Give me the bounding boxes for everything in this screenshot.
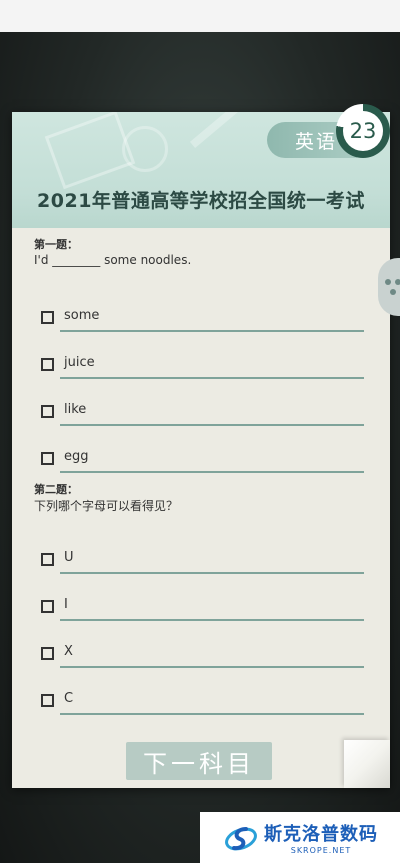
top-bar [0, 0, 400, 32]
checkbox-icon[interactable] [41, 694, 54, 707]
exam-paper: 英语 2021年普通高等学校招全国统一考试 第一题： I'd ________ … [12, 112, 390, 788]
answer-underline [60, 471, 364, 473]
option-label: some [64, 308, 100, 323]
question-2-option-a[interactable]: U [40, 548, 366, 576]
question-2-option-b[interactable]: I [40, 595, 366, 623]
question-2-text: 下列哪个字母可以看得见？ [34, 499, 179, 513]
question-2-heading: 第二题： [34, 483, 78, 496]
header-decoration [122, 126, 168, 172]
exam-title: 2021年普通高等学校招全国统一考试 [37, 190, 365, 212]
question-1-text: I'd ________ some noodles. [34, 253, 192, 267]
checkbox-icon[interactable] [41, 405, 54, 418]
timer-value: 23 [343, 111, 383, 151]
answer-underline [60, 572, 364, 574]
option-label: C [64, 691, 74, 706]
checkbox-icon[interactable] [41, 358, 54, 371]
watermark-name: 斯克洛普数码 [264, 824, 378, 845]
page-curl-icon[interactable] [344, 740, 390, 788]
answer-underline [60, 424, 364, 426]
answer-underline [60, 377, 364, 379]
option-label: U [64, 550, 74, 565]
option-label: I [64, 597, 68, 612]
checkbox-icon[interactable] [41, 311, 54, 324]
question-2-option-c[interactable]: X [40, 642, 366, 670]
checkbox-icon[interactable] [41, 553, 54, 566]
watermark: 斯克洛普数码 SKROPE.NET [200, 812, 400, 863]
countdown-timer: 23 [336, 104, 390, 158]
option-label: like [64, 402, 87, 417]
next-subject-button[interactable]: 下一科目 [126, 742, 272, 780]
paper-header: 英语 2021年普通高等学校招全国统一考试 [12, 112, 390, 228]
checkbox-icon[interactable] [41, 600, 54, 613]
header-decoration [189, 112, 265, 148]
subject-label: 英语 [295, 130, 338, 153]
dots-icon [383, 277, 400, 297]
question-1-option-a[interactable]: some [40, 306, 366, 334]
option-label: X [64, 644, 73, 659]
question-1-option-b[interactable]: juice [40, 353, 366, 381]
side-menu-handle[interactable] [378, 258, 400, 316]
answer-underline [60, 713, 364, 715]
question-1-option-d[interactable]: egg [40, 447, 366, 475]
brand-logo-icon [224, 823, 258, 853]
checkbox-icon[interactable] [41, 647, 54, 660]
option-label: juice [64, 355, 95, 370]
question-1-option-c[interactable]: like [40, 400, 366, 428]
answer-underline [60, 619, 364, 621]
question-1-heading: 第一题： [34, 238, 78, 251]
option-label: egg [64, 449, 89, 464]
answer-underline [60, 330, 364, 332]
question-2-option-d[interactable]: C [40, 689, 366, 717]
answer-underline [60, 666, 364, 668]
checkbox-icon[interactable] [41, 452, 54, 465]
watermark-site: SKROPE.NET [290, 846, 352, 855]
